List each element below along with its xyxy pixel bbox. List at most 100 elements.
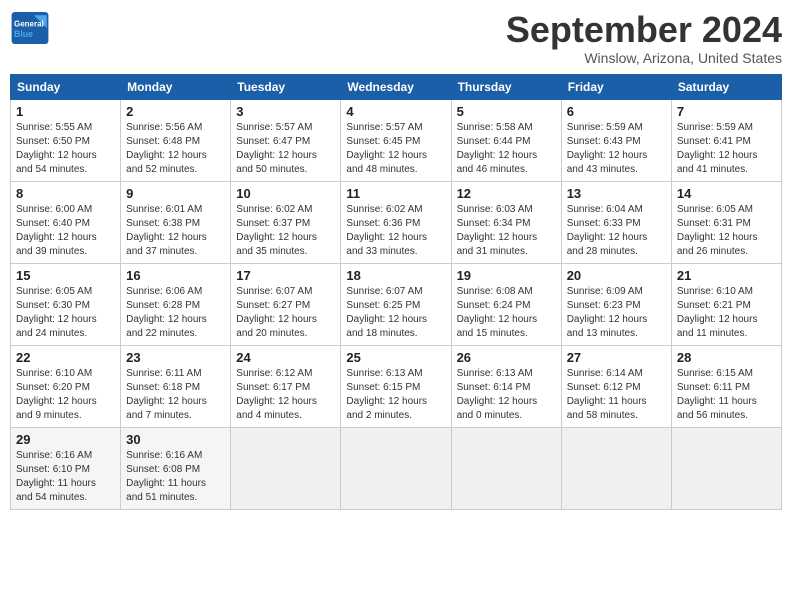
calendar-cell: 23 Sunrise: 6:11 AM Sunset: 6:18 PM Dayl… — [121, 345, 231, 427]
calendar-cell: 11 Sunrise: 6:02 AM Sunset: 6:36 PM Dayl… — [341, 181, 451, 263]
calendar-cell: 24 Sunrise: 6:12 AM Sunset: 6:17 PM Dayl… — [231, 345, 341, 427]
day-detail: Sunrise: 6:01 AM Sunset: 6:38 PM Dayligh… — [126, 203, 225, 259]
day-detail: Sunrise: 6:08 AM Sunset: 6:24 PM Dayligh… — [457, 285, 556, 341]
day-number: 30 — [126, 432, 225, 447]
day-number: 17 — [236, 268, 335, 283]
col-header-saturday: Saturday — [671, 74, 781, 99]
day-number: 6 — [567, 104, 666, 119]
day-detail: Sunrise: 6:13 AM Sunset: 6:14 PM Dayligh… — [457, 367, 556, 423]
day-number: 27 — [567, 350, 666, 365]
col-header-thursday: Thursday — [451, 74, 561, 99]
calendar-cell: 19 Sunrise: 6:08 AM Sunset: 6:24 PM Dayl… — [451, 263, 561, 345]
calendar-cell: 16 Sunrise: 6:06 AM Sunset: 6:28 PM Dayl… — [121, 263, 231, 345]
calendar-cell: 12 Sunrise: 6:03 AM Sunset: 6:34 PM Dayl… — [451, 181, 561, 263]
col-header-tuesday: Tuesday — [231, 74, 341, 99]
day-detail: Sunrise: 6:03 AM Sunset: 6:34 PM Dayligh… — [457, 203, 556, 259]
day-detail: Sunrise: 6:16 AM Sunset: 6:08 PM Dayligh… — [126, 449, 225, 505]
day-number: 26 — [457, 350, 556, 365]
calendar-cell: 2 Sunrise: 5:56 AM Sunset: 6:48 PM Dayli… — [121, 99, 231, 181]
day-number: 29 — [16, 432, 115, 447]
day-number: 19 — [457, 268, 556, 283]
calendar-cell: 18 Sunrise: 6:07 AM Sunset: 6:25 PM Dayl… — [341, 263, 451, 345]
day-detail: Sunrise: 5:55 AM Sunset: 6:50 PM Dayligh… — [16, 121, 115, 177]
day-detail: Sunrise: 6:05 AM Sunset: 6:30 PM Dayligh… — [16, 285, 115, 341]
day-number: 28 — [677, 350, 776, 365]
day-number: 18 — [346, 268, 445, 283]
day-number: 22 — [16, 350, 115, 365]
calendar-cell: 25 Sunrise: 6:13 AM Sunset: 6:15 PM Dayl… — [341, 345, 451, 427]
day-number: 21 — [677, 268, 776, 283]
calendar-cell: 6 Sunrise: 5:59 AM Sunset: 6:43 PM Dayli… — [561, 99, 671, 181]
logo: General Blue — [10, 10, 54, 46]
day-detail: Sunrise: 5:57 AM Sunset: 6:47 PM Dayligh… — [236, 121, 335, 177]
day-detail: Sunrise: 6:11 AM Sunset: 6:18 PM Dayligh… — [126, 367, 225, 423]
header: General Blue September 2024 Winslow, Ari… — [10, 10, 782, 66]
day-number: 14 — [677, 186, 776, 201]
calendar-cell: 20 Sunrise: 6:09 AM Sunset: 6:23 PM Dayl… — [561, 263, 671, 345]
day-detail: Sunrise: 6:06 AM Sunset: 6:28 PM Dayligh… — [126, 285, 225, 341]
day-number: 5 — [457, 104, 556, 119]
calendar-cell — [671, 427, 781, 509]
day-number: 15 — [16, 268, 115, 283]
svg-text:General: General — [14, 19, 44, 28]
day-number: 4 — [346, 104, 445, 119]
calendar-cell: 10 Sunrise: 6:02 AM Sunset: 6:37 PM Dayl… — [231, 181, 341, 263]
day-detail: Sunrise: 6:07 AM Sunset: 6:27 PM Dayligh… — [236, 285, 335, 341]
svg-text:Blue: Blue — [14, 29, 33, 39]
calendar-cell: 9 Sunrise: 6:01 AM Sunset: 6:38 PM Dayli… — [121, 181, 231, 263]
day-number: 7 — [677, 104, 776, 119]
day-number: 23 — [126, 350, 225, 365]
calendar-cell: 26 Sunrise: 6:13 AM Sunset: 6:14 PM Dayl… — [451, 345, 561, 427]
month-title: September 2024 — [506, 10, 782, 50]
calendar: SundayMondayTuesdayWednesdayThursdayFrid… — [10, 74, 782, 510]
day-detail: Sunrise: 6:13 AM Sunset: 6:15 PM Dayligh… — [346, 367, 445, 423]
day-number: 2 — [126, 104, 225, 119]
calendar-cell: 22 Sunrise: 6:10 AM Sunset: 6:20 PM Dayl… — [11, 345, 121, 427]
calendar-cell: 28 Sunrise: 6:15 AM Sunset: 6:11 PM Dayl… — [671, 345, 781, 427]
calendar-cell — [451, 427, 561, 509]
day-number: 9 — [126, 186, 225, 201]
day-number: 13 — [567, 186, 666, 201]
day-detail: Sunrise: 6:02 AM Sunset: 6:36 PM Dayligh… — [346, 203, 445, 259]
day-detail: Sunrise: 6:10 AM Sunset: 6:20 PM Dayligh… — [16, 367, 115, 423]
calendar-cell: 27 Sunrise: 6:14 AM Sunset: 6:12 PM Dayl… — [561, 345, 671, 427]
calendar-cell: 30 Sunrise: 6:16 AM Sunset: 6:08 PM Dayl… — [121, 427, 231, 509]
day-number: 10 — [236, 186, 335, 201]
calendar-cell: 13 Sunrise: 6:04 AM Sunset: 6:33 PM Dayl… — [561, 181, 671, 263]
calendar-cell: 7 Sunrise: 5:59 AM Sunset: 6:41 PM Dayli… — [671, 99, 781, 181]
calendar-cell: 8 Sunrise: 6:00 AM Sunset: 6:40 PM Dayli… — [11, 181, 121, 263]
calendar-cell: 29 Sunrise: 6:16 AM Sunset: 6:10 PM Dayl… — [11, 427, 121, 509]
calendar-cell: 4 Sunrise: 5:57 AM Sunset: 6:45 PM Dayli… — [341, 99, 451, 181]
col-header-wednesday: Wednesday — [341, 74, 451, 99]
calendar-cell: 3 Sunrise: 5:57 AM Sunset: 6:47 PM Dayli… — [231, 99, 341, 181]
day-detail: Sunrise: 5:59 AM Sunset: 6:43 PM Dayligh… — [567, 121, 666, 177]
day-detail: Sunrise: 5:56 AM Sunset: 6:48 PM Dayligh… — [126, 121, 225, 177]
day-detail: Sunrise: 6:02 AM Sunset: 6:37 PM Dayligh… — [236, 203, 335, 259]
calendar-cell: 17 Sunrise: 6:07 AM Sunset: 6:27 PM Dayl… — [231, 263, 341, 345]
day-detail: Sunrise: 6:15 AM Sunset: 6:11 PM Dayligh… — [677, 367, 776, 423]
calendar-cell: 5 Sunrise: 5:58 AM Sunset: 6:44 PM Dayli… — [451, 99, 561, 181]
day-detail: Sunrise: 5:59 AM Sunset: 6:41 PM Dayligh… — [677, 121, 776, 177]
calendar-cell: 21 Sunrise: 6:10 AM Sunset: 6:21 PM Dayl… — [671, 263, 781, 345]
calendar-cell — [561, 427, 671, 509]
calendar-cell — [231, 427, 341, 509]
location-title: Winslow, Arizona, United States — [506, 50, 782, 66]
day-detail: Sunrise: 6:14 AM Sunset: 6:12 PM Dayligh… — [567, 367, 666, 423]
calendar-cell — [341, 427, 451, 509]
day-number: 12 — [457, 186, 556, 201]
day-number: 3 — [236, 104, 335, 119]
day-number: 8 — [16, 186, 115, 201]
day-detail: Sunrise: 6:09 AM Sunset: 6:23 PM Dayligh… — [567, 285, 666, 341]
day-detail: Sunrise: 6:10 AM Sunset: 6:21 PM Dayligh… — [677, 285, 776, 341]
day-detail: Sunrise: 6:16 AM Sunset: 6:10 PM Dayligh… — [16, 449, 115, 505]
day-detail: Sunrise: 6:00 AM Sunset: 6:40 PM Dayligh… — [16, 203, 115, 259]
day-detail: Sunrise: 5:58 AM Sunset: 6:44 PM Dayligh… — [457, 121, 556, 177]
day-number: 24 — [236, 350, 335, 365]
calendar-cell: 1 Sunrise: 5:55 AM Sunset: 6:50 PM Dayli… — [11, 99, 121, 181]
day-detail: Sunrise: 6:12 AM Sunset: 6:17 PM Dayligh… — [236, 367, 335, 423]
day-number: 11 — [346, 186, 445, 201]
calendar-cell: 14 Sunrise: 6:05 AM Sunset: 6:31 PM Dayl… — [671, 181, 781, 263]
day-detail: Sunrise: 5:57 AM Sunset: 6:45 PM Dayligh… — [346, 121, 445, 177]
calendar-cell: 15 Sunrise: 6:05 AM Sunset: 6:30 PM Dayl… — [11, 263, 121, 345]
day-number: 20 — [567, 268, 666, 283]
